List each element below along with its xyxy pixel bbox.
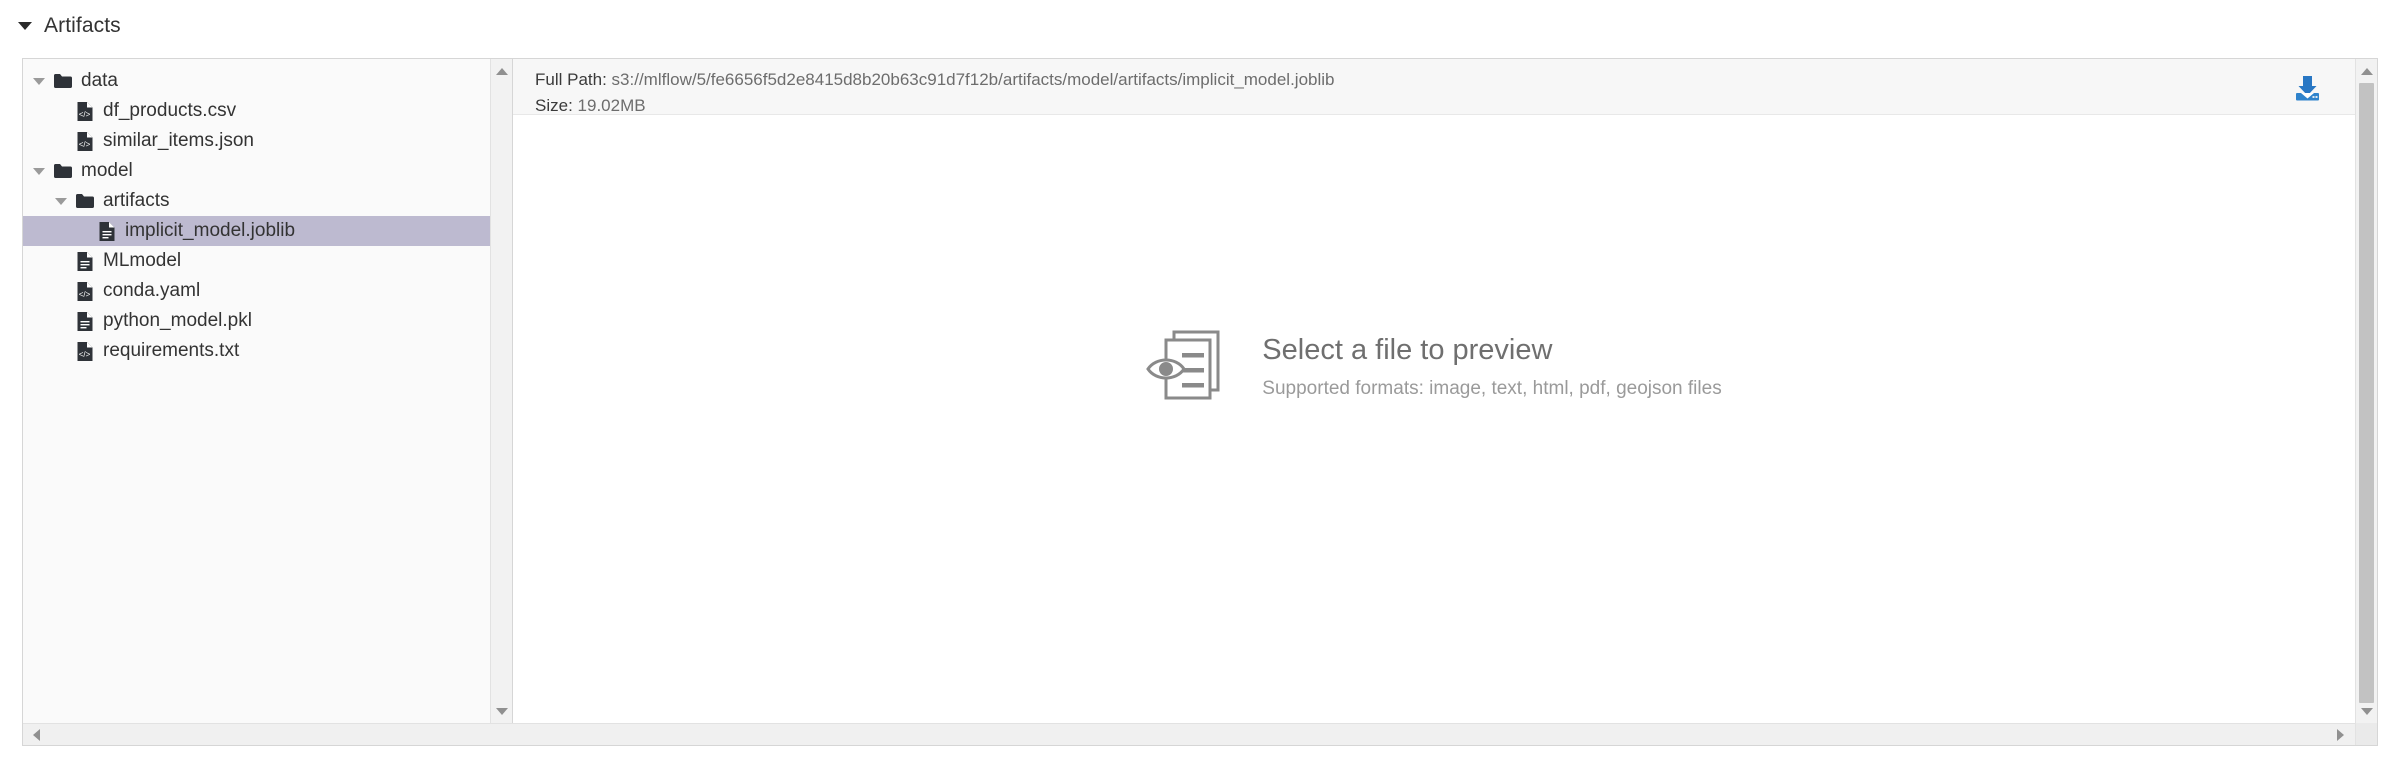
- tree-folder-row[interactable]: artifacts: [23, 186, 512, 216]
- folder-icon: [52, 70, 74, 92]
- tree-file-row[interactable]: </> similar_items.json: [23, 126, 512, 156]
- folder-icon: [52, 160, 74, 182]
- code-file-icon: </>: [74, 340, 96, 362]
- tree-folder-row[interactable]: model: [23, 156, 512, 186]
- empty-state: Select a file to preview Supported forma…: [1146, 324, 1722, 410]
- caret-down-icon[interactable]: [33, 167, 45, 175]
- tree-item-label: MLmodel: [103, 249, 182, 271]
- scroll-right-arrow-icon[interactable]: [2329, 724, 2351, 745]
- tree-item-label: conda.yaml: [103, 279, 201, 301]
- artifact-tree: data </> df_products.csv </> similar_items.j…: [23, 59, 512, 366]
- artifacts-section-header[interactable]: Artifacts: [18, 12, 121, 40]
- file-preview-icon: [1146, 330, 1220, 400]
- text-file-icon: [74, 310, 96, 332]
- full-path-value: s3://mlflow/5/fe6656f5d2e8415d8b20b63c91…: [611, 70, 1335, 89]
- artifact-preview-pane: Full Path: s3://mlflow/5/fe6656f5d2e8415…: [513, 59, 2377, 723]
- preview-empty-body: Select a file to preview Supported forma…: [513, 115, 2355, 723]
- text-file-icon: [74, 250, 96, 272]
- caret-down-icon[interactable]: [33, 77, 45, 85]
- tree-item-label: implicit_model.joblib: [125, 219, 296, 241]
- tree-file-row[interactable]: MLmodel: [23, 246, 512, 276]
- caret-down-icon[interactable]: [55, 197, 67, 205]
- tree-file-row[interactable]: </> requirements.txt: [23, 336, 512, 366]
- artifact-meta-header: Full Path: s3://mlflow/5/fe6656f5d2e8415…: [513, 59, 2377, 115]
- svg-text:</>: </>: [79, 110, 91, 119]
- horizontal-scrollbar[interactable]: [23, 723, 2377, 745]
- tree-item-label: data: [81, 69, 118, 91]
- code-file-icon: </>: [74, 280, 96, 302]
- tree-file-row[interactable]: </> df_products.csv: [23, 96, 512, 126]
- code-file-icon: </>: [74, 100, 96, 122]
- preview-vertical-scrollbar[interactable]: [2355, 59, 2377, 723]
- full-path-line: Full Path: s3://mlflow/5/fe6656f5d2e8415…: [535, 67, 2377, 93]
- scroll-down-arrow-icon[interactable]: [2356, 701, 2377, 721]
- caret-down-icon[interactable]: [18, 22, 32, 30]
- download-button[interactable]: [2291, 73, 2325, 105]
- page-title: Artifacts: [44, 14, 121, 37]
- artifact-tree-pane: data </> df_products.csv </> similar_items.j…: [23, 59, 513, 723]
- tree-file-row[interactable]: python_model.pkl: [23, 306, 512, 336]
- panel-split: data </> df_products.csv </> similar_items.j…: [23, 59, 2377, 723]
- scrollbar-thumb[interactable]: [2359, 83, 2374, 703]
- scroll-left-arrow-icon[interactable]: [25, 724, 47, 745]
- scroll-down-arrow-icon[interactable]: [491, 701, 512, 721]
- artifacts-viewer: Artifacts data </> df_products.csv </> simil…: [0, 0, 2406, 776]
- code-file-icon: </>: [74, 130, 96, 152]
- download-icon: [2296, 76, 2319, 101]
- empty-state-text: Select a file to preview Supported forma…: [1262, 334, 1722, 399]
- empty-state-subtitle: Supported formats: image, text, html, pd…: [1262, 378, 1722, 399]
- text-file-icon: [96, 220, 118, 242]
- empty-state-title: Select a file to preview: [1262, 334, 1553, 366]
- tree-file-row[interactable]: </> conda.yaml: [23, 276, 512, 306]
- tree-folder-row[interactable]: data: [23, 66, 512, 96]
- tree-file-row[interactable]: implicit_model.joblib: [23, 216, 512, 246]
- size-label: Size:: [535, 96, 573, 115]
- scrollbar-corner: [2355, 723, 2377, 745]
- full-path-label: Full Path:: [535, 70, 607, 89]
- svg-text:</>: </>: [79, 350, 91, 359]
- tree-item-label: artifacts: [103, 189, 170, 211]
- tree-item-label: similar_items.json: [103, 129, 254, 151]
- tree-vertical-scrollbar[interactable]: [490, 59, 512, 723]
- svg-text:</>: </>: [79, 140, 91, 149]
- tree-item-label: model: [81, 159, 133, 181]
- folder-icon: [74, 190, 96, 212]
- tree-item-label: python_model.pkl: [103, 309, 252, 331]
- size-value: 19.02MB: [577, 96, 646, 115]
- scroll-up-arrow-icon[interactable]: [2356, 61, 2377, 81]
- tree-item-label: requirements.txt: [103, 339, 240, 361]
- svg-text:</>: </>: [79, 290, 91, 299]
- scroll-up-arrow-icon[interactable]: [491, 61, 512, 81]
- tree-item-label: df_products.csv: [103, 99, 237, 121]
- artifacts-panel: data </> df_products.csv </> similar_items.j…: [22, 58, 2378, 746]
